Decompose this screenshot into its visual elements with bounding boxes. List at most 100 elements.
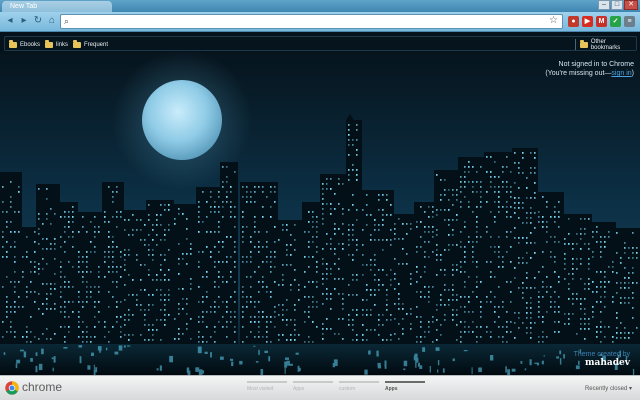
lit-window xyxy=(476,266,478,268)
lit-window xyxy=(366,264,368,266)
lit-window xyxy=(406,223,408,225)
lit-window xyxy=(464,226,466,228)
lit-window xyxy=(226,326,228,328)
water-reflection xyxy=(16,359,21,364)
ntp-tab-most-visited[interactable]: Most visited xyxy=(247,381,287,397)
lit-window xyxy=(374,259,376,261)
close-button[interactable]: ✕ xyxy=(624,0,638,10)
back-arrow-icon[interactable]: ◂ xyxy=(4,15,16,27)
lit-window xyxy=(124,324,126,326)
lit-window xyxy=(250,251,252,253)
lit-window xyxy=(38,263,40,265)
extension-green-icon[interactable]: ✓ xyxy=(610,16,621,27)
lit-window xyxy=(416,266,418,268)
lit-window xyxy=(334,333,336,335)
lit-window xyxy=(60,286,62,288)
lit-window xyxy=(266,196,268,198)
bookmark-folder-ebooks[interactable]: Ebooks xyxy=(9,39,40,50)
lit-window xyxy=(148,249,150,251)
sign-in-link[interactable]: sign in xyxy=(611,70,631,77)
lit-window xyxy=(460,181,462,183)
lit-window xyxy=(116,271,118,273)
water-reflection xyxy=(520,361,523,364)
lit-window xyxy=(624,252,626,254)
lit-window xyxy=(278,239,280,241)
lit-window xyxy=(362,244,364,246)
recently-closed-menu[interactable]: Recently closed ▾ xyxy=(585,385,632,392)
lit-window xyxy=(136,229,138,231)
lit-window xyxy=(460,341,462,343)
lit-window xyxy=(38,273,40,275)
extension-gmail-icon[interactable]: M xyxy=(596,16,607,27)
bookmark-folder-frequent[interactable]: Frequent xyxy=(73,39,108,50)
lit-window xyxy=(440,299,442,301)
lit-window xyxy=(234,251,236,253)
address-input[interactable] xyxy=(75,16,545,27)
ntp-tab-custom[interactable]: custom xyxy=(339,381,379,397)
lit-window xyxy=(620,302,622,304)
theme-background-image xyxy=(0,52,640,375)
lit-window xyxy=(266,321,268,323)
bookmark-folder-links[interactable]: links xyxy=(45,39,68,50)
lit-window xyxy=(378,239,380,241)
lit-window xyxy=(144,314,146,316)
extension-youtube-icon[interactable]: ▶ xyxy=(582,16,593,27)
reload-icon[interactable]: ↻ xyxy=(32,15,44,27)
forward-arrow-icon[interactable]: ▸ xyxy=(18,15,30,27)
lit-window xyxy=(262,261,264,263)
lit-window xyxy=(538,336,540,338)
lit-window xyxy=(628,302,630,304)
lit-window xyxy=(308,296,310,298)
lit-window xyxy=(580,233,582,235)
lit-window xyxy=(26,256,28,258)
chrome-menu-icon[interactable]: ≡ xyxy=(624,16,635,27)
lit-window xyxy=(510,191,512,193)
skyline-building xyxy=(536,192,564,344)
lit-window xyxy=(432,316,434,318)
lit-window xyxy=(558,306,560,308)
lit-window xyxy=(82,306,84,308)
lit-window xyxy=(352,239,354,241)
water-reflection xyxy=(437,369,439,373)
lit-window xyxy=(258,301,260,303)
lit-window xyxy=(230,201,232,203)
extension-red-icon[interactable]: ● xyxy=(568,16,579,27)
maximize-button[interactable]: □ xyxy=(611,0,623,10)
ntp-tab-apps-active[interactable]: Apps xyxy=(385,381,425,397)
lit-window xyxy=(476,236,478,238)
lit-window xyxy=(206,311,208,313)
lit-window xyxy=(14,331,16,333)
lit-window xyxy=(234,331,236,333)
lit-window xyxy=(558,211,560,213)
lit-window xyxy=(230,191,232,193)
ntp-tab-apps[interactable]: Apps xyxy=(293,381,333,397)
star-bookmark-icon[interactable]: ☆ xyxy=(549,15,558,26)
lit-window xyxy=(628,337,630,339)
lit-window xyxy=(464,321,466,323)
tab-new-tab[interactable]: New Tab xyxy=(2,1,112,12)
lit-window xyxy=(572,298,574,300)
lit-window xyxy=(342,293,344,295)
lit-window xyxy=(456,294,458,296)
lit-window xyxy=(554,331,556,333)
omnibox[interactable]: ⌕ ☆ xyxy=(60,14,563,29)
lit-window xyxy=(250,241,252,243)
lit-window xyxy=(468,166,470,168)
lit-window xyxy=(46,238,48,240)
lit-window xyxy=(468,311,470,313)
other-bookmarks-folder[interactable]: Other bookmarks xyxy=(580,39,636,51)
lit-window xyxy=(164,294,166,296)
lit-window xyxy=(186,298,188,300)
lit-window xyxy=(26,236,28,238)
lit-window xyxy=(480,196,482,198)
lit-window xyxy=(518,287,520,289)
lit-window xyxy=(476,241,478,243)
minimize-button[interactable]: – xyxy=(598,0,610,10)
lit-window xyxy=(38,218,40,220)
lit-window xyxy=(632,272,634,274)
home-icon[interactable]: ⌂ xyxy=(46,15,58,27)
lit-window xyxy=(526,327,528,329)
lit-window xyxy=(262,216,264,218)
lit-window xyxy=(198,261,200,263)
lit-window xyxy=(90,251,92,253)
